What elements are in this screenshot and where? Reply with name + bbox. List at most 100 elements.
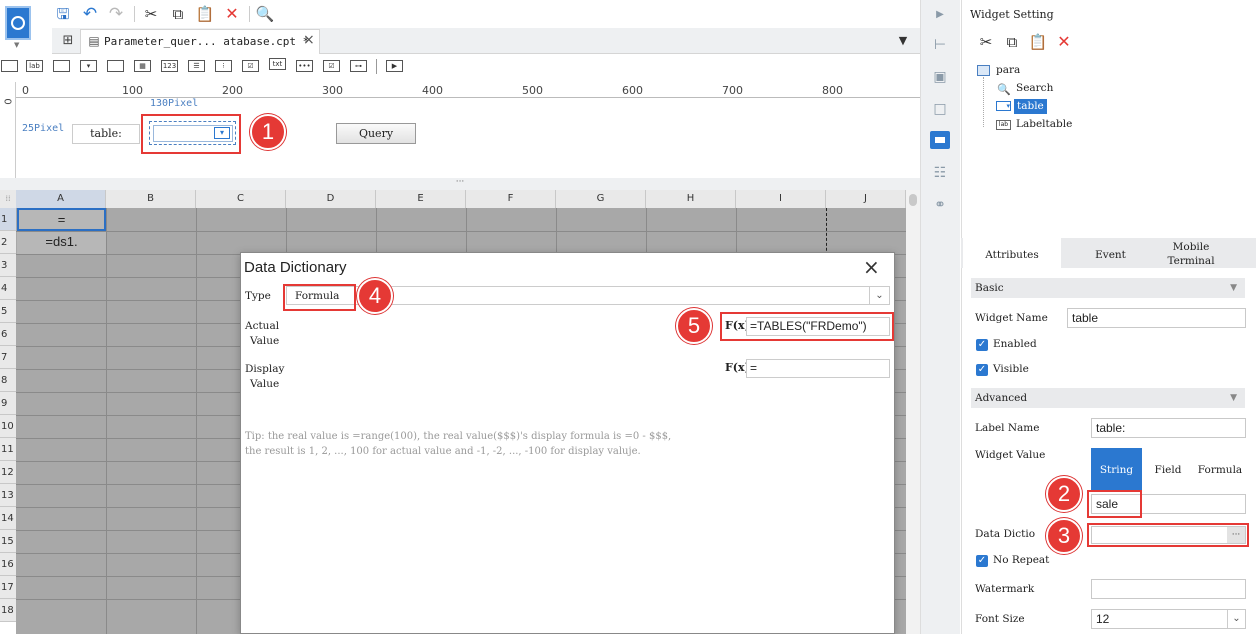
widget-setting-icon[interactable] [930,131,950,149]
cell-a2[interactable]: =ds1. [17,232,106,254]
delete-icon[interactable]: ✕ [223,5,241,23]
value-type-string[interactable]: String [1091,448,1142,490]
section-basic[interactable]: Basic ▼ [971,278,1245,298]
tree-item-search[interactable]: Search [1016,82,1053,94]
visible-checkbox[interactable]: ✓ [976,364,988,376]
password-widget-icon[interactable]: ••• [296,60,313,72]
row-header[interactable]: 18 [0,599,16,622]
column-header[interactable]: J [826,190,906,208]
row-header[interactable]: 16 [0,553,16,576]
save-icon[interactable]: 🖫 [54,5,72,23]
frame-widget-icon[interactable] [1,60,18,72]
chevron-down-icon[interactable]: ⌄ [869,287,889,304]
row-header[interactable]: 12 [0,461,16,484]
tab-mobile-terminal[interactable]: Mobile Terminal [1160,240,1222,268]
column-header[interactable]: C [196,190,286,208]
row-header[interactable]: 3 [0,254,16,277]
widget-name-input[interactable]: table [1067,308,1246,328]
checkbox-widget-icon[interactable]: ☑ [323,60,340,72]
row-header[interactable]: 14 [0,507,16,530]
column-header[interactable]: A [16,190,106,208]
column-header[interactable]: G [556,190,646,208]
calendar-widget-icon[interactable]: ▦ [134,60,151,72]
label-widget-icon[interactable]: lab [26,60,43,72]
redo-icon[interactable]: ↷ [107,5,125,23]
sheet-scrollbar[interactable] [906,190,920,634]
panel-cut-icon[interactable]: ✂ [977,33,995,51]
date-widget-icon[interactable] [107,60,124,72]
more-widgets-icon[interactable]: ▶ [386,60,403,72]
collapse-icon[interactable]: ▼ [1230,278,1237,298]
app-logo[interactable] [5,6,31,40]
column-header[interactable]: I [736,190,826,208]
font-size-select[interactable]: 12 ⌄ [1091,609,1246,629]
tab-menu-icon[interactable]: ▼ [896,33,910,47]
tab-event[interactable]: Event [1063,238,1158,268]
section-advanced[interactable]: Advanced ▼ [971,388,1245,408]
query-button[interactable]: Query [336,123,416,144]
tree-root[interactable]: para [996,64,1020,76]
preview-icon[interactable]: 🔍 [256,5,275,23]
collapse-icon[interactable]: ▼ [1230,388,1237,408]
chevron-down-icon[interactable]: ⌄ [1227,610,1245,628]
cell-attr-icon[interactable]: ⊢ [930,35,950,55]
row-header[interactable]: 5 [0,300,16,323]
undo-icon[interactable]: ↶ [81,5,99,23]
column-header[interactable]: F [466,190,556,208]
tab-close-icon[interactable]: × [303,32,315,48]
watermark-input[interactable] [1091,579,1246,599]
paste-icon[interactable]: 📋 [196,5,215,23]
value-type-field[interactable]: Field [1144,448,1192,490]
no-repeat-checkbox[interactable]: ✓ [976,555,988,567]
tree-item-labeltable[interactable]: Labeltable [1016,118,1072,130]
pane-splitter[interactable]: ··· [0,178,920,190]
combo-icon [935,137,945,143]
row-header[interactable]: 15 [0,530,16,553]
dialog-close-icon[interactable]: × [863,255,880,279]
row-header[interactable]: 4 [0,277,16,300]
row-header[interactable]: 17 [0,576,16,599]
float-element-icon[interactable]: ▣ [930,67,950,87]
button-widget-icon[interactable] [53,60,70,72]
column-header[interactable]: E [376,190,466,208]
row-header[interactable]: 2 [0,231,16,254]
tree-item-table[interactable]: table [1014,99,1047,114]
column-header[interactable]: B [106,190,196,208]
condition-icon[interactable]: ☷ [930,163,950,183]
row-header[interactable]: 7 [0,346,16,369]
column-header[interactable]: H [646,190,736,208]
row-header[interactable]: 8 [0,369,16,392]
row-header[interactable]: 9 [0,392,16,415]
list-widget-icon[interactable]: ☰ [188,60,205,72]
panel-copy-icon[interactable]: ⧉ [1003,33,1021,51]
grid-icon[interactable]: ⊞ [60,32,76,48]
checkbox-group-icon[interactable]: ☑ [242,60,259,72]
row-header[interactable]: 1 [0,208,16,231]
tree-widget-icon[interactable]: ⊶ [350,60,367,72]
combo-widget-icon[interactable]: ▾ [80,60,97,72]
row-header[interactable]: 11 [0,438,16,461]
cut-icon[interactable]: ✂ [142,5,160,23]
collapse-arrow-icon[interactable]: ▶ [930,4,950,24]
display-value-input[interactable]: = [746,359,890,378]
logo-dropdown-icon[interactable]: ▼ [14,41,19,49]
number-widget-icon[interactable]: 123 [161,60,178,72]
tab-report[interactable]: ▤ Parameter_quer... atabase.cpt * × [80,29,320,54]
panel-paste-icon[interactable]: 📋 [1029,33,1048,51]
border-icon[interactable]: □ [930,99,950,119]
radio-group-icon[interactable]: ⁝ [215,60,232,72]
tab-attributes[interactable]: Attributes [963,238,1061,268]
column-header[interactable]: D [286,190,376,208]
value-type-formula[interactable]: Formula [1194,448,1246,490]
scrollbar-thumb[interactable] [909,194,917,206]
hyperlink-icon[interactable]: ⚭ [930,195,950,215]
copy-icon[interactable]: ⧉ [169,5,187,23]
row-header[interactable]: 6 [0,323,16,346]
row-header[interactable]: 10 [0,415,16,438]
panel-delete-icon[interactable]: ✕ [1055,33,1073,51]
cell-a1[interactable]: = [17,208,106,231]
row-header[interactable]: 13 [0,484,16,507]
label-name-input[interactable]: table: [1091,418,1246,438]
enabled-checkbox[interactable]: ✓ [976,339,988,351]
text-widget-icon[interactable]: txt [269,58,286,70]
